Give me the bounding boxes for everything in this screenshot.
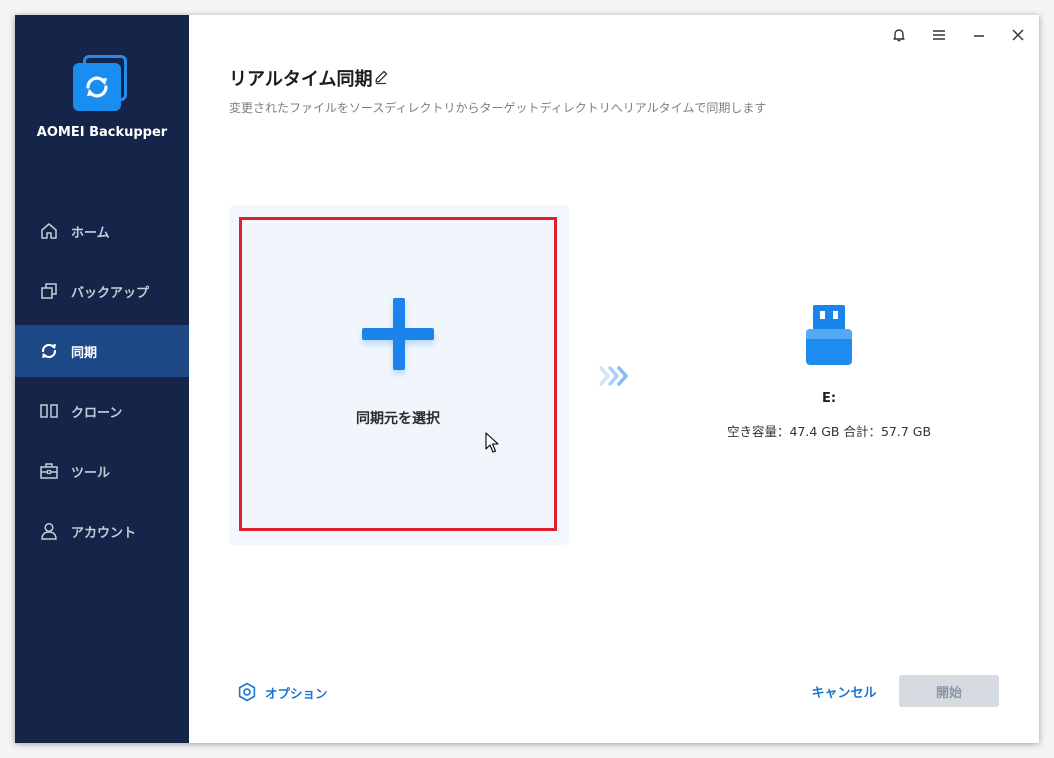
backup-icon [39,281,59,301]
cancel-button[interactable]: キャンセル [803,675,885,707]
gear-icon [237,682,257,702]
sidebar-item-account[interactable]: アカウント [15,505,189,557]
mouse-cursor-icon [485,432,499,458]
main-panel: リアルタイム同期 変更されたファイルをソースディレクトリからターゲットディレクト… [189,15,1039,743]
page-title: リアルタイム同期 [229,69,373,90]
select-source-button[interactable]: 同期元を選択 [239,217,557,531]
sidebar-item-label: ホーム [71,225,110,241]
home-icon [39,221,59,241]
sidebar-item-backup[interactable]: バックアップ [15,265,189,317]
chevron-right-icon [599,365,633,391]
sidebar: AOMEI Backupper ホーム バックアップ 同期 クローン ツール ア… [15,15,189,743]
select-source-label: 同期元を選択 [356,411,440,427]
sidebar-item-label: アカウント [71,525,137,541]
sidebar-item-label: バックアップ [71,285,150,301]
edit-icon[interactable] [373,69,389,85]
sidebar-item-home[interactable]: ホーム [15,205,189,257]
sidebar-item-tools[interactable]: ツール [15,445,189,497]
bell-icon[interactable] [889,25,909,45]
sidebar-item-label: 同期 [71,345,98,361]
clone-icon [39,401,59,421]
logo-sync-icon [86,76,108,98]
usb-drive-icon [803,303,855,369]
drive-space-info: 空き容量：47.4 GB 合計：57.7 GB [726,424,932,439]
sidebar-item-label: クローン [71,405,123,421]
page-subtitle: 変更されたファイルをソースディレクトリからターゲットディレクトリへリアルタイムで… [229,101,767,115]
minimize-icon[interactable] [969,25,989,45]
options-label: オプション [265,685,328,701]
sidebar-item-label: ツール [71,465,111,481]
start-button[interactable]: 開始 [899,675,999,707]
app-logo [73,55,131,113]
source-card: 同期元を選択 [229,205,569,545]
drive-letter: E: [821,391,837,406]
user-icon [39,521,59,541]
sync-icon [39,341,59,361]
close-icon[interactable] [1008,25,1028,45]
sidebar-item-sync[interactable]: 同期 [15,325,189,377]
sidebar-nav: ホーム バックアップ 同期 クローン ツール アカウント [15,205,189,565]
toolbox-icon [39,461,59,481]
options-button[interactable]: オプション [237,682,328,702]
app-name: AOMEI Backupper [36,125,168,140]
plus-icon [362,298,438,374]
sidebar-item-clone[interactable]: クローン [15,385,189,437]
app-window: AOMEI Backupper ホーム バックアップ 同期 クローン ツール ア… [15,15,1039,743]
menu-icon[interactable] [929,25,949,45]
